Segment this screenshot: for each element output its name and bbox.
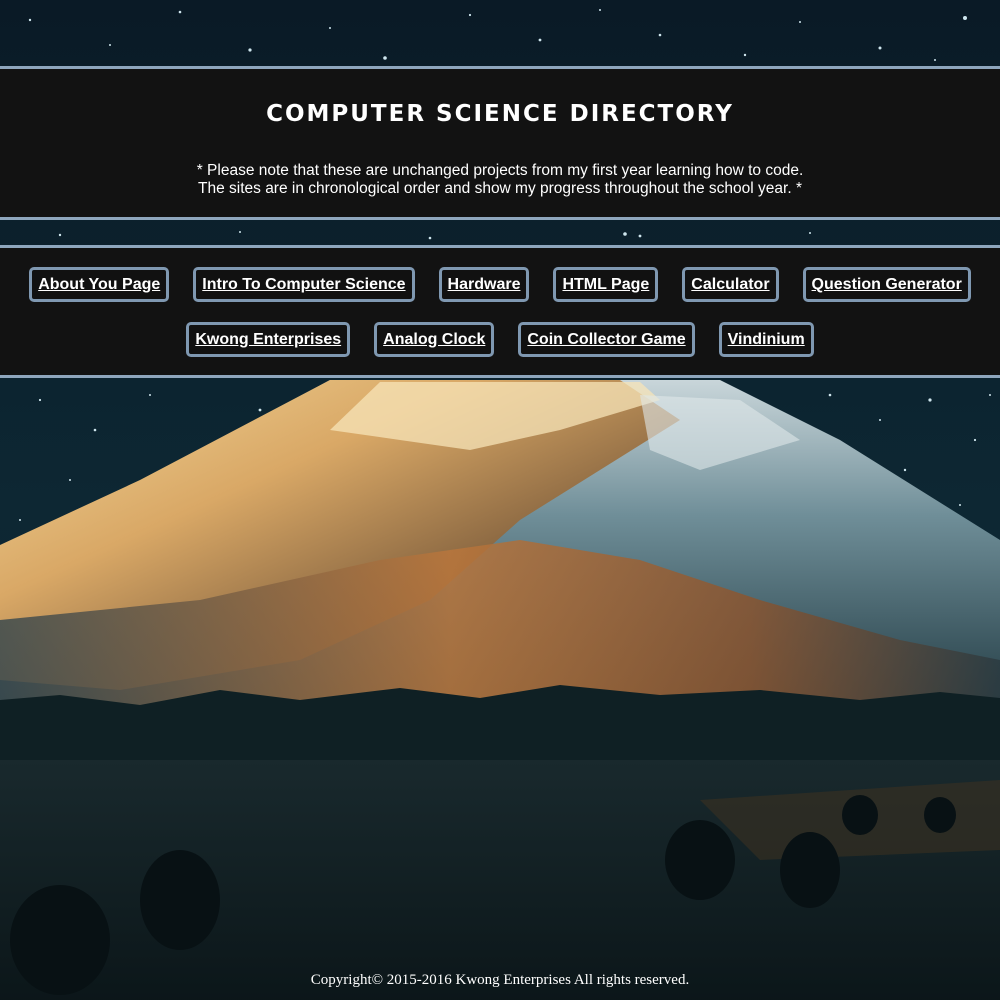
nav-link-coin-collector-game[interactable]: Coin Collector Game [518,322,695,357]
footer-copyright: Copyright© 2015-2016 Kwong Enterprises A… [310,972,690,988]
nav-link-vindinium[interactable]: Vindinium [718,322,814,357]
nav-link-analog-clock[interactable]: Analog Clock [374,322,495,357]
nav-link-html-page[interactable]: HTML Page [553,267,659,302]
page-title: Computer Science Directory [266,101,734,127]
disclaimer-line-2: The sites are in chronological order and… [198,180,802,197]
nav-link-intro-to-computer-science[interactable]: Intro To Computer Science [193,267,415,302]
project-nav-panel: About You Page Intro To Computer Science… [0,245,1000,378]
nav-link-calculator[interactable]: Calculator [682,267,779,302]
nav-link-hardware[interactable]: Hardware [438,267,530,302]
header-panel: Computer Science Directory * Please note… [0,66,1000,220]
nav-link-kwong-enterprises[interactable]: Kwong Enterprises [186,322,351,357]
nav-row-2: Kwong Enterprises Analog Clock Coin Coll… [0,322,1000,357]
disclaimer-note: * Please note that these are unchanged p… [0,162,1000,198]
nav-link-question-generator[interactable]: Question Generator [802,267,971,302]
disclaimer-line-1: * Please note that these are unchanged p… [196,162,804,179]
nav-row-1: About You Page Intro To Computer Science… [0,267,1000,302]
nav-link-about-you-page[interactable]: About You Page [29,267,170,302]
